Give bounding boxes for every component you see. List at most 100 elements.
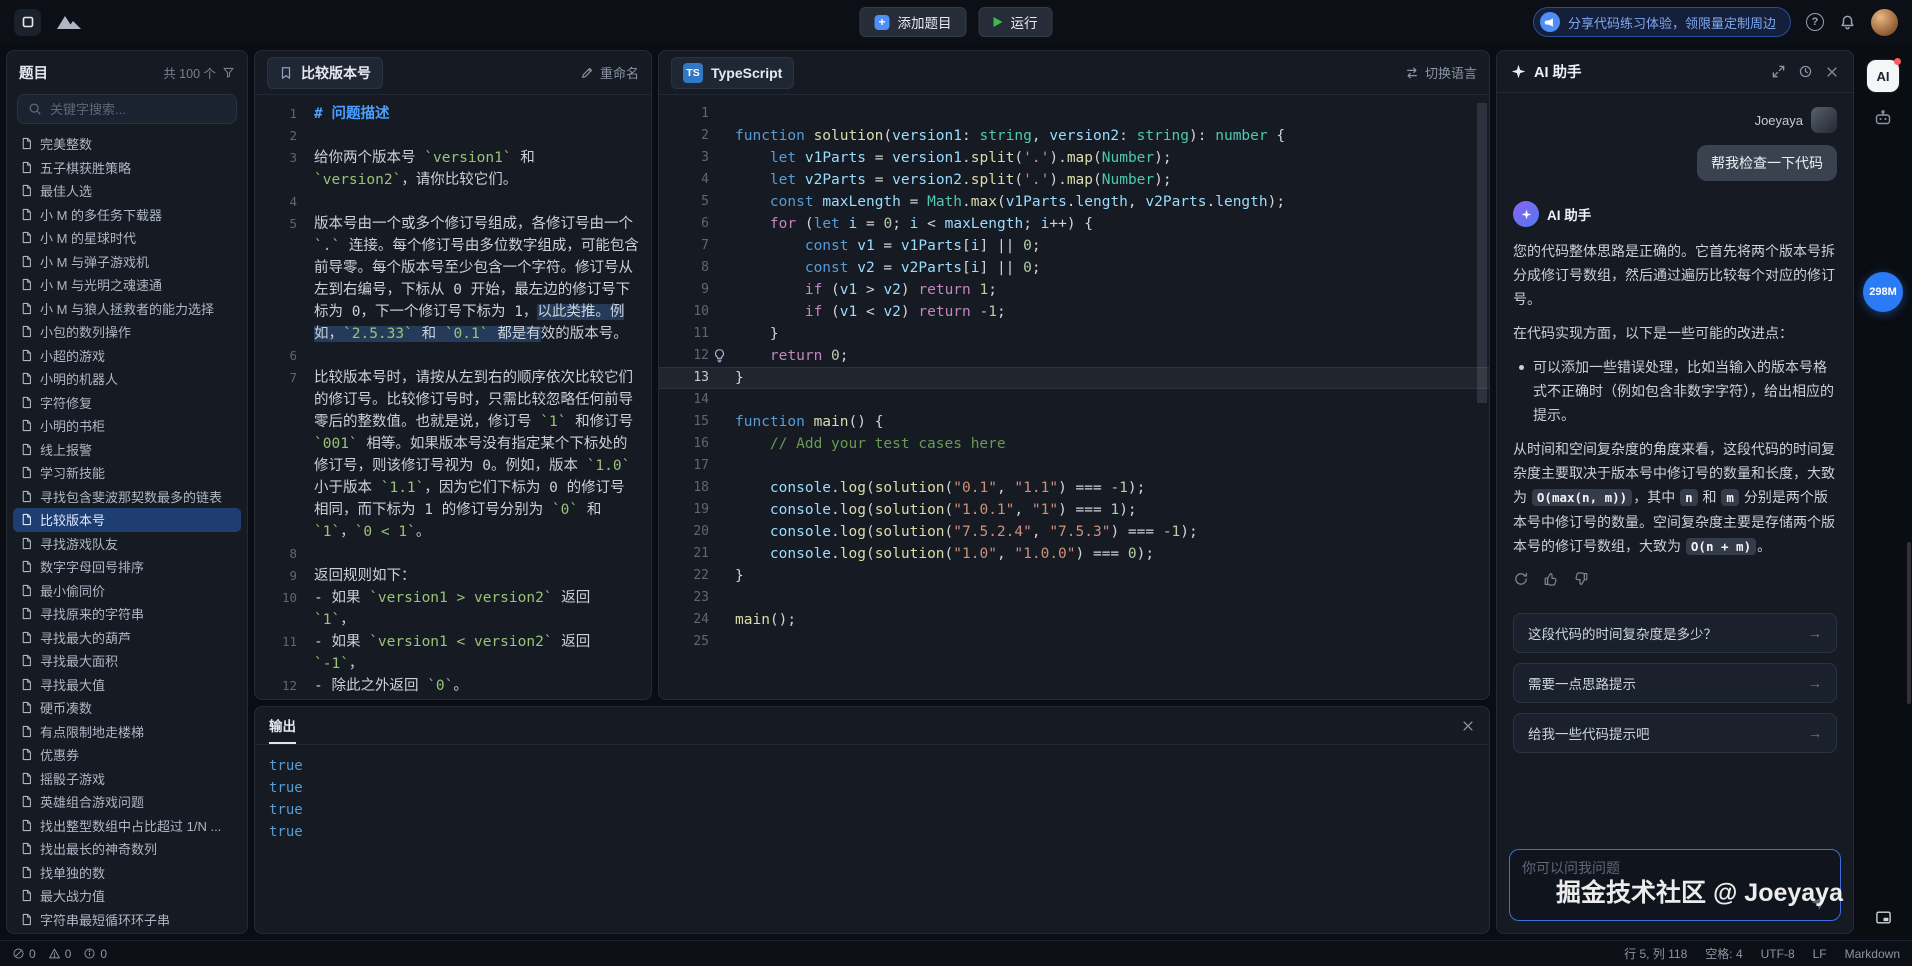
sidebar-problem-item[interactable]: 寻找原来的字符串 — [13, 602, 241, 626]
line-number: 11 — [659, 323, 709, 345]
language-pill[interactable]: TS TypeScript — [671, 57, 794, 89]
code-line: 16 // Add your test cases here — [659, 433, 1489, 455]
sidebar-problem-item[interactable]: 线上报警 — [13, 438, 241, 462]
run-button[interactable]: 运行 — [979, 7, 1053, 37]
problem-item-label: 小包的数列操作 — [40, 322, 131, 341]
sidebar-problem-item[interactable]: 最小偷同价 — [13, 579, 241, 603]
user-avatar[interactable] — [1871, 9, 1898, 36]
close-icon[interactable] — [1825, 65, 1839, 79]
markdown-line: 2 — [255, 125, 643, 147]
regenerate-icon[interactable] — [1513, 571, 1529, 587]
sidebar-problem-item[interactable]: 硬币凑数 — [13, 696, 241, 720]
sidebar-problem-item[interactable]: 小 M 的多任务下载器 — [13, 203, 241, 227]
sidebar-problem-item[interactable]: 小 M 与光明之魂速通 — [13, 273, 241, 297]
line-number: 8 — [659, 257, 709, 279]
sidebar-problem-item[interactable]: 比较版本号 — [13, 508, 241, 532]
sidebar-problem-item[interactable]: 摇骰子游戏 — [13, 767, 241, 791]
sidebar-problem-item[interactable]: 寻找游戏队友 — [13, 532, 241, 556]
user-chat-avatar[interactable] — [1811, 107, 1837, 133]
line-number: 7 — [255, 367, 297, 543]
code-editor[interactable]: 12function solution(version1: string, ve… — [659, 95, 1489, 699]
ai-question-input[interactable] — [1522, 860, 1828, 876]
ai-avatar-icon — [1513, 201, 1539, 227]
sidebar-problem-item[interactable]: 小 M 与狼人拯救者的能力选择 — [13, 297, 241, 321]
filter-icon[interactable] — [222, 66, 235, 79]
sidebar-problem-item[interactable]: 寻找最大值 — [13, 673, 241, 697]
brand-logo-icon[interactable] — [55, 12, 85, 32]
lightbulb-icon[interactable] — [712, 348, 727, 363]
line-number: 18 — [659, 477, 709, 499]
infos-indicator[interactable]: 0 — [83, 947, 107, 961]
sidebar-problem-item[interactable]: 数字字母回号排序 — [13, 555, 241, 579]
markdown-line: 7比较版本号时，请按从左到右的顺序依次比较它们的修订号。比较修订号时，只需比较忽… — [255, 367, 643, 543]
encoding-setting[interactable]: UTF-8 — [1761, 947, 1795, 961]
document-icon — [20, 631, 33, 644]
sidebar-problem-item[interactable]: 英雄组合游戏问题 — [13, 790, 241, 814]
ai-input-box[interactable] — [1509, 849, 1841, 921]
sidebar-problem-item[interactable]: 字符串最短循环环子串 — [13, 908, 241, 932]
send-icon[interactable] — [1810, 894, 1828, 912]
errors-indicator[interactable]: 0 — [12, 947, 36, 961]
sidebar-problem-item[interactable]: 小包的数列操作 — [13, 320, 241, 344]
sidebar-problem-item[interactable]: 完美整数 — [13, 132, 241, 156]
close-output-icon[interactable] — [1461, 719, 1475, 733]
sidebar-problem-item[interactable]: 小明的机器人 — [13, 367, 241, 391]
sidebar-problem-item[interactable]: 学习新技能 — [13, 461, 241, 485]
sidebar-problem-item[interactable]: 找单独的数 — [13, 861, 241, 885]
bell-icon[interactable] — [1839, 14, 1856, 31]
ai-suggestion-chip[interactable]: 给我一些代码提示吧 — [1513, 713, 1837, 753]
language-mode[interactable]: Markdown — [1845, 947, 1900, 961]
sidebar-problem-item[interactable]: 优惠券 — [13, 743, 241, 767]
expand-icon[interactable] — [1771, 64, 1786, 79]
document-icon — [20, 584, 33, 597]
ai-suggestion-chip[interactable]: 这段代码的时间复杂度是多少？ — [1513, 613, 1837, 653]
line-text: - 如果 `version1 > version2` 返回 `1`， — [314, 587, 643, 631]
sidebar-problem-item[interactable]: 最佳人选 — [13, 179, 241, 203]
ai-suggestion-chip[interactable]: 需要一点思路提示 — [1513, 663, 1837, 703]
rename-button[interactable]: 重命名 — [580, 63, 639, 82]
output-panel: 输出 truetruetruetrue — [254, 706, 1490, 934]
code-line: 14 — [659, 389, 1489, 411]
problem-title-pill[interactable]: 比较版本号 — [267, 57, 383, 89]
ai-message-body: 您的代码整体思路是正确的。它首先将两个版本号拆分成修订号数组，然后通过遍历比较每… — [1513, 229, 1837, 559]
output-tab[interactable]: 输出 — [269, 707, 296, 744]
document-icon — [20, 419, 33, 432]
sidebar-problem-item[interactable]: 小 M 与弹子游戏机 — [13, 250, 241, 274]
eol-setting[interactable]: LF — [1813, 947, 1827, 961]
indent-setting[interactable]: 空格: 4 — [1705, 945, 1742, 962]
robot-icon[interactable] — [1873, 108, 1893, 128]
points-badge[interactable]: 298M — [1863, 272, 1903, 312]
sidebar-problem-item[interactable]: 最大战力值 — [13, 884, 241, 908]
sidebar-problem-item[interactable]: 小超的游戏 — [13, 344, 241, 368]
ai-chat-scroll[interactable]: Joeyaya 帮我检查一下代码 AI 助手 您的代码整体思路是正确的。它首先将… — [1497, 93, 1853, 839]
thumbs-down-icon[interactable] — [1573, 571, 1589, 587]
sidebar-problem-item[interactable]: 找出最长的神奇数列 — [13, 837, 241, 861]
sidebar-problem-item[interactable]: 有点限制地走楼梯 — [13, 720, 241, 744]
sidebar-problem-item[interactable]: 寻找最大面积 — [13, 649, 241, 673]
thumbs-up-icon[interactable] — [1543, 571, 1559, 587]
sidebar-problem-item[interactable]: 字符修复 — [13, 391, 241, 415]
line-number: 6 — [255, 345, 297, 367]
problem-panel: 比较版本号 重命名 1# 问题描述23给你两个版本号 `version1` 和 … — [254, 50, 652, 700]
editor-scrollbar[interactable] — [1477, 103, 1487, 403]
promo-banner[interactable]: 分享代码练习体验，领限量定制周边 — [1533, 7, 1791, 37]
sidebar-problem-item[interactable]: 寻找包含斐波那契数最多的链表 — [13, 485, 241, 509]
app-logo-icon[interactable] — [14, 9, 41, 36]
sidebar-problem-item[interactable]: 小 M 的星球时代 — [13, 226, 241, 250]
sidebar-problem-item[interactable]: 找出整型数组中占比超过 1/N ... — [13, 814, 241, 838]
sidebar-problem-item[interactable]: 小明的书柜 — [13, 414, 241, 438]
help-icon[interactable] — [1806, 13, 1824, 31]
ai-toggle-button[interactable]: AI — [1867, 60, 1899, 92]
warnings-indicator[interactable]: 0 — [48, 947, 72, 961]
sidebar-problem-item[interactable]: 五子棋获胜策略 — [13, 156, 241, 180]
switch-language-button[interactable]: 切换语言 — [1405, 63, 1477, 82]
add-problem-button[interactable]: + 添加题目 — [860, 7, 967, 37]
problem-editor[interactable]: 1# 问题描述23给你两个版本号 `version1` 和 `version2`… — [255, 95, 651, 699]
sidebar-problem-item[interactable]: 寻找最大的葫芦 — [13, 626, 241, 650]
cursor-position[interactable]: 行 5, 列 118 — [1624, 945, 1687, 962]
picture-in-picture-icon[interactable] — [1875, 909, 1892, 926]
line-text: if (v1 > v2) return 1; — [735, 279, 997, 301]
search-input[interactable] — [50, 102, 226, 117]
code-line: 3 let v1Parts = version1.split('.').map(… — [659, 147, 1489, 169]
history-icon[interactable] — [1798, 64, 1813, 79]
